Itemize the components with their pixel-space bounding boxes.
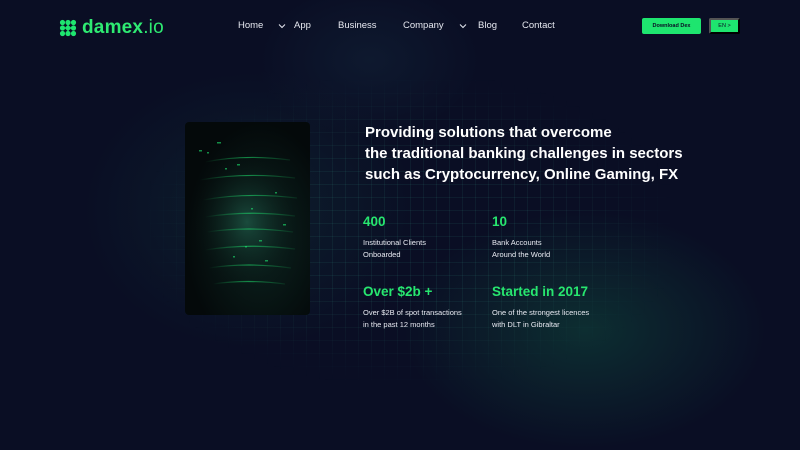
stat-institutional-clients: 400 Institutional Clients Onboarded: [363, 214, 426, 261]
hero-headline-line: such as Cryptocurrency, Online Gaming, F…: [365, 166, 679, 183]
stat-description: Over $2B of spot transactions in the pas…: [363, 307, 462, 331]
stat-description: One of the strongest licences with DLT i…: [492, 307, 589, 331]
stat-bank-accounts: 10 Bank Accounts Around the World: [492, 214, 550, 261]
stat-description-line: Around the World: [492, 250, 551, 259]
chevron-down-icon: [459, 23, 467, 28]
stat-value: Over $2b +: [363, 284, 433, 299]
logo-link[interactable]: damex.io: [59, 17, 164, 39]
stat-description-line: Over $2B of spot transactions: [363, 308, 462, 317]
download-dex-button[interactable]: Download Dex: [642, 18, 701, 34]
nav-item-company[interactable]: Company: [403, 20, 467, 31]
nav-item-app-label: App: [294, 20, 311, 31]
hero-headline-line: Providing solutions that overcome: [365, 124, 612, 141]
stat-description: Institutional Clients Onboarded: [363, 237, 426, 261]
nav-item-contact-label: Contact: [522, 20, 555, 31]
nav-item-home[interactable]: Home: [238, 20, 286, 31]
coin-stack-graphic: [192, 142, 302, 292]
nav-item-app[interactable]: App: [294, 20, 311, 31]
nav-item-business[interactable]: Business: [338, 20, 377, 31]
stat-description-line: with DLT in Gibraltar: [492, 320, 560, 329]
stat-value: Started in 2017: [492, 284, 589, 299]
nav-item-home-label: Home: [238, 20, 264, 31]
stat-founded: Started in 2017 One of the strongest lic…: [492, 284, 589, 331]
language-selector-button[interactable]: EN >: [709, 18, 740, 34]
stat-value: 10: [492, 214, 508, 229]
stat-description: Bank Accounts Around the World: [492, 237, 550, 261]
nav-item-company-label: Company: [403, 20, 444, 31]
site-header: damex.io Home App Business Company Blog …: [0, 0, 800, 54]
stat-description-line: Institutional Clients: [363, 238, 426, 247]
logo-wordmark: damex.io: [82, 17, 164, 38]
stat-description-line: One of the strongest licences: [492, 308, 590, 317]
hero-image: [185, 122, 310, 315]
nav-item-business-label: Business: [338, 20, 377, 31]
hero-headline: Providing solutions that overcome the tr…: [365, 122, 685, 185]
hero-headline-line: the traditional banking challenges in se…: [365, 145, 683, 162]
stat-description-line: Bank Accounts: [492, 238, 542, 247]
nav-item-blog-label: Blog: [478, 20, 498, 31]
nav-item-blog[interactable]: Blog: [478, 20, 497, 31]
chevron-down-icon: [278, 23, 286, 28]
stat-description-line: in the past 12 months: [363, 320, 435, 329]
damex-flower-logo-icon: [59, 19, 77, 37]
stat-value: 400: [363, 214, 386, 229]
stat-description-line: Onboarded: [363, 250, 401, 259]
nav-item-contact[interactable]: Contact: [522, 20, 555, 31]
stat-spot-transactions: Over $2b + Over $2B of spot transactions…: [363, 284, 462, 331]
